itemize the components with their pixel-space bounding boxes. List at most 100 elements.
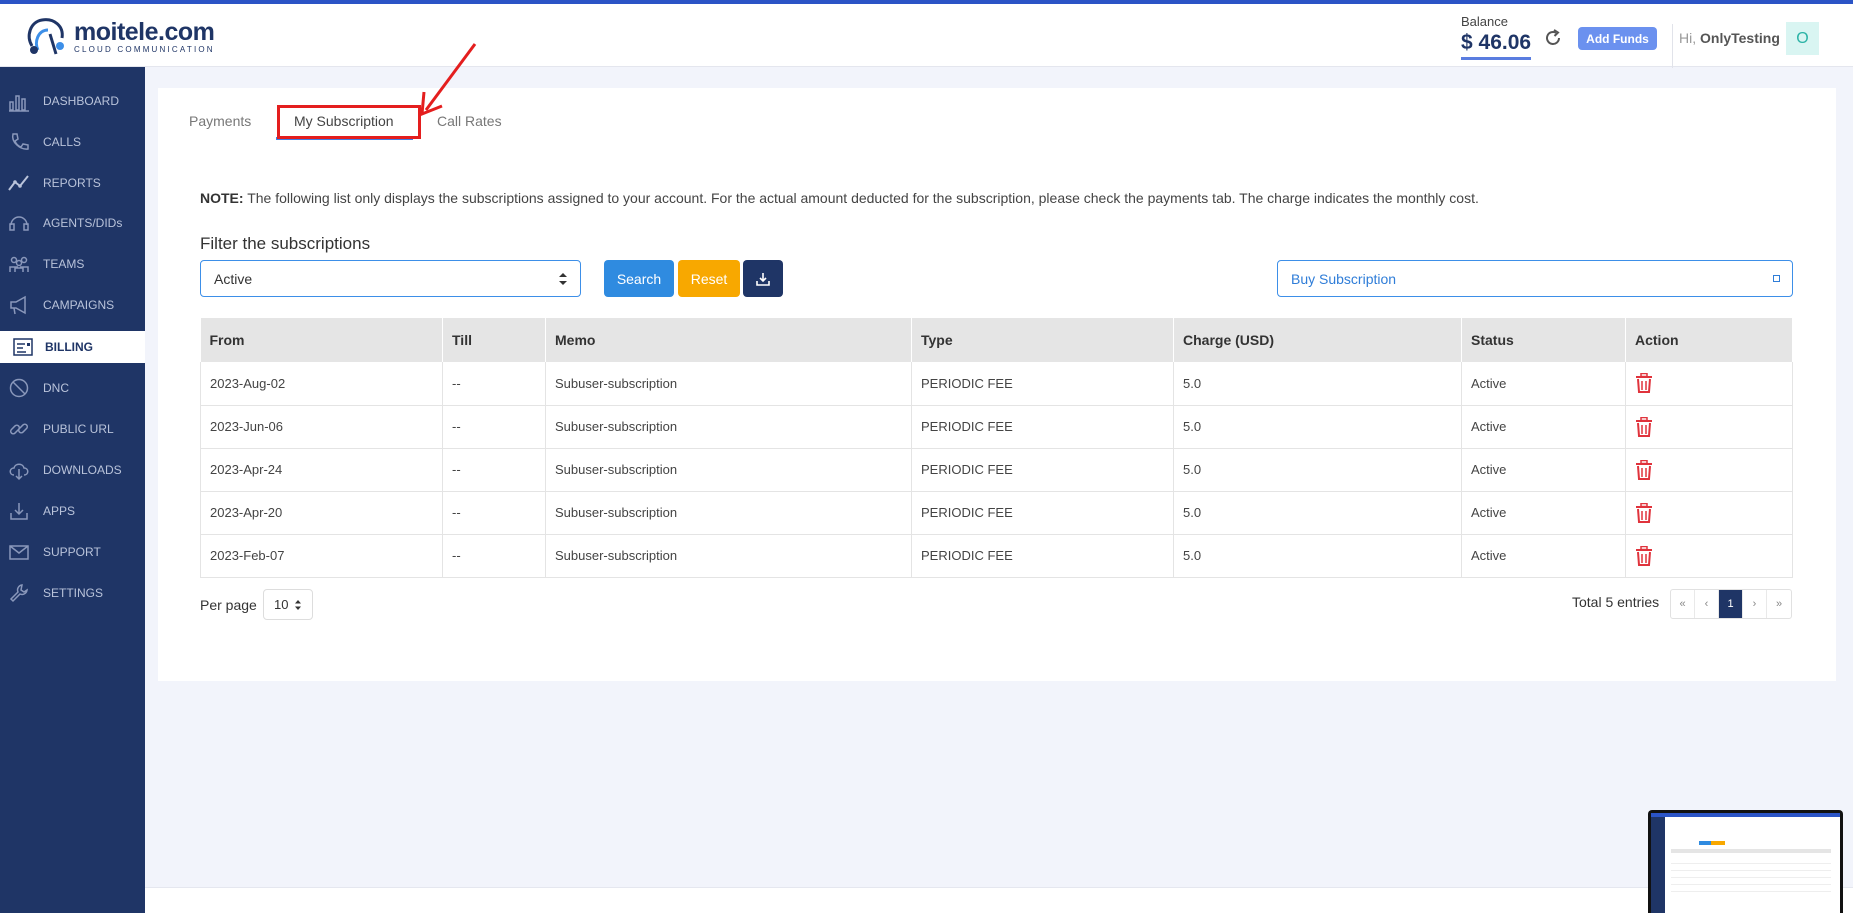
screen-preview-thumbnail[interactable]: [1648, 810, 1843, 913]
table-row: 2023-Aug-02 -- Subuser-subscription PERI…: [200, 362, 1793, 406]
preview-table-header: [1671, 849, 1831, 853]
trash-icon[interactable]: [1635, 545, 1653, 566]
sidebar-item-billing[interactable]: BILLING: [0, 331, 145, 363]
column-header-type: Type: [911, 318, 1174, 362]
cell-type: PERIODIC FEE: [911, 534, 1174, 578]
tab-payments[interactable]: Payments: [189, 113, 251, 129]
trash-icon[interactable]: [1635, 459, 1653, 480]
cell-type: PERIODIC FEE: [911, 448, 1174, 492]
dropdown-square-icon: [1773, 275, 1780, 282]
preview-sidebar: [1651, 817, 1665, 913]
column-header-till: Till: [442, 318, 546, 362]
trash-icon[interactable]: [1635, 502, 1653, 523]
annotation-arrow-icon: [420, 43, 477, 117]
cell-till: --: [442, 448, 546, 492]
refresh-icon[interactable]: [1543, 28, 1563, 48]
next-page-button[interactable]: ›: [1743, 590, 1767, 618]
headset-icon: [9, 216, 29, 231]
column-header-charge: Charge (USD): [1173, 318, 1462, 362]
cell-status: Active: [1461, 405, 1626, 449]
cell-memo: Subuser-subscription: [545, 534, 912, 578]
balance-value: $ 46.06: [1461, 31, 1532, 60]
buy-subscription-select[interactable]: Buy Subscription: [1277, 260, 1793, 297]
cell-till: --: [442, 534, 546, 578]
note-text: The following list only displays the sub…: [243, 190, 1479, 206]
table-row: 2023-Apr-24 -- Subuser-subscription PERI…: [200, 448, 1793, 492]
sidebar-item-downloads[interactable]: DOWNLOADS: [0, 454, 145, 486]
chart-line-icon: [8, 175, 29, 191]
trash-icon[interactable]: [1635, 373, 1653, 394]
sidebar-item-label: BILLING: [45, 340, 93, 354]
column-header-action: Action: [1625, 318, 1793, 362]
per-page-select[interactable]: 10: [263, 589, 313, 620]
total-entries: Total 5 entries: [1572, 594, 1660, 610]
trash-icon[interactable]: [1635, 416, 1653, 437]
table-row: 2023-Feb-07 -- Subuser-subscription PERI…: [200, 534, 1793, 578]
dashboard-icon: [9, 95, 29, 112]
sidebar-item-dnc[interactable]: DNC: [0, 372, 145, 404]
add-funds-button[interactable]: Add Funds: [1578, 27, 1657, 50]
cell-charge: 5.0: [1173, 362, 1462, 406]
sidebar-item-label: DASHBOARD: [43, 94, 120, 108]
cell-type: PERIODIC FEE: [911, 405, 1174, 449]
current-page-button[interactable]: 1: [1719, 590, 1743, 618]
cell-type: PERIODIC FEE: [911, 362, 1174, 406]
brand-name: moitele.com: [74, 18, 215, 46]
balance-label: Balance: [1461, 14, 1508, 29]
table-row: 2023-Apr-20 -- Subuser-subscription PERI…: [200, 491, 1793, 535]
cell-charge: 5.0: [1173, 534, 1462, 578]
cell-from: 2023-Jun-06: [200, 405, 443, 449]
cell-action: [1625, 534, 1793, 578]
sidebar-item-settings[interactable]: SETTINGS: [0, 577, 145, 609]
pagination: « ‹ 1 › »: [1670, 589, 1792, 619]
column-header-status: Status: [1461, 318, 1626, 362]
first-page-button[interactable]: «: [1671, 590, 1695, 618]
sidebar-item-support[interactable]: SUPPORT: [0, 536, 145, 568]
sidebar-item-dashboard[interactable]: DASHBOARD: [0, 85, 145, 117]
sidebar-item-agents[interactable]: AGENTS/DIDs: [0, 207, 145, 239]
cell-from: 2023-Apr-20: [200, 491, 443, 535]
sidebar-item-reports[interactable]: REPORTS: [0, 167, 145, 199]
cell-status: Active: [1461, 362, 1626, 406]
cell-from: 2023-Aug-02: [200, 362, 443, 406]
sidebar-item-label: APPS: [43, 504, 76, 518]
column-header-from: From: [200, 318, 443, 362]
cell-status: Active: [1461, 491, 1626, 535]
mail-icon: [9, 545, 29, 560]
sidebar-item-calls[interactable]: CALLS: [0, 126, 145, 158]
cell-till: --: [442, 362, 546, 406]
status-select[interactable]: Active: [200, 260, 581, 297]
header: moitele.com CLOUD COMMUNICATION Balance …: [0, 4, 1853, 68]
balance-block: Balance $ 46.06: [1461, 14, 1532, 60]
cell-memo: Subuser-subscription: [545, 405, 912, 449]
sidebar-item-public-url[interactable]: PUBLIC URL: [0, 413, 145, 445]
preview-reset: [1711, 841, 1725, 845]
sidebar-item-label: SETTINGS: [43, 586, 104, 600]
table-header-row: From Till Memo Type Charge (USD) Status …: [200, 318, 1793, 362]
avatar[interactable]: O: [1786, 22, 1819, 55]
cell-action: [1625, 448, 1793, 492]
cell-charge: 5.0: [1173, 405, 1462, 449]
download-button[interactable]: [743, 260, 783, 297]
prev-page-button[interactable]: ‹: [1695, 590, 1719, 618]
sidebar-item-apps[interactable]: APPS: [0, 495, 145, 527]
sidebar-item-label: REPORTS: [43, 176, 101, 190]
cell-till: --: [442, 491, 546, 535]
cell-memo: Subuser-subscription: [545, 448, 912, 492]
cell-from: 2023-Feb-07: [200, 534, 443, 578]
sidebar-item-campaigns[interactable]: CAMPAIGNS: [0, 289, 145, 321]
last-page-button[interactable]: »: [1767, 590, 1791, 618]
select-caret-icon: [559, 273, 567, 285]
user-greeting[interactable]: Hi, OnlyTesting: [1679, 30, 1780, 46]
phone-icon: [11, 133, 29, 150]
sidebar-item-teams[interactable]: TEAMS: [0, 248, 145, 280]
cell-charge: 5.0: [1173, 491, 1462, 535]
filter-title: Filter the subscriptions: [200, 234, 371, 253]
status-select-value: Active: [214, 270, 253, 287]
cell-status: Active: [1461, 534, 1626, 578]
brand-tagline: CLOUD COMMUNICATION: [74, 45, 215, 54]
reset-button[interactable]: Reset: [678, 260, 740, 297]
search-button[interactable]: Search: [604, 260, 674, 297]
sidebar-item-label: CALLS: [43, 135, 82, 149]
logo[interactable]: moitele.com CLOUD COMMUNICATION: [24, 16, 215, 58]
